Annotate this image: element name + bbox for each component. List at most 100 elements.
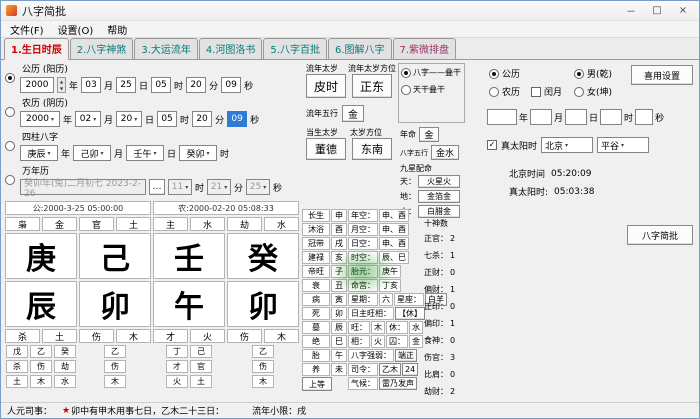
calendar-hour-select[interactable]: 11 bbox=[168, 179, 192, 195]
tab-dayun-liunian[interactable]: 3.大运流年 bbox=[134, 38, 198, 59]
solar-year-input[interactable]: 2000 bbox=[20, 77, 54, 93]
unit-year: 年 bbox=[519, 111, 528, 124]
unit-month: 月 bbox=[104, 79, 113, 92]
day-stem-element: 水 bbox=[190, 217, 225, 231]
right-lunar-radio[interactable] bbox=[489, 87, 499, 97]
solar-hour-input[interactable]: 05 bbox=[151, 77, 171, 93]
shishen-label: 正财： bbox=[424, 267, 448, 278]
lunar-input-radio[interactable] bbox=[5, 107, 15, 117]
right-month-input[interactable] bbox=[530, 109, 552, 125]
window-title: 八字简批 bbox=[22, 3, 66, 19]
hidden-god: 才 bbox=[166, 360, 188, 373]
year-stem: 庚 bbox=[5, 233, 77, 279]
jiuxing-row-label: 天： bbox=[400, 176, 416, 187]
tab-tujie-bazi[interactable]: 6.图解八字 bbox=[328, 38, 392, 59]
city-select[interactable]: 平谷 bbox=[597, 137, 649, 153]
unit-day: 日 bbox=[139, 79, 148, 92]
lunar-month-select[interactable]: 02 bbox=[75, 111, 101, 127]
tab-ziwei-paipan[interactable]: 7.紫微排盘 bbox=[393, 38, 457, 59]
pillar-input-radio[interactable] bbox=[5, 141, 15, 151]
grade-button[interactable]: 上等 bbox=[302, 377, 332, 391]
calendar-minute-select[interactable]: 21 bbox=[207, 179, 231, 195]
lunar-year-select[interactable]: 2000 bbox=[20, 111, 60, 127]
solar-day-input[interactable]: 25 bbox=[116, 77, 136, 93]
menu-settings[interactable]: 设置(O) bbox=[51, 21, 101, 38]
year-spinner[interactable]: ▲▼ bbox=[57, 77, 66, 93]
nianming-label: 年命 bbox=[400, 129, 416, 140]
solar-second-input[interactable]: 09 bbox=[221, 77, 241, 93]
changsheng-column: 长生申 沐浴酉 冠带戌 建禄亥 帝旺子 衰丑 病寅 死卯 墓辰 绝巳 胎午 养未… bbox=[302, 209, 347, 392]
maximize-button[interactable]: □ bbox=[644, 1, 670, 20]
changsheng-label: 沐浴 bbox=[302, 223, 330, 236]
calendar-second-select[interactable]: 25 bbox=[246, 179, 270, 195]
dangsheng-taisui-button[interactable]: 董德 bbox=[306, 138, 346, 160]
minggong-label: 命宫： bbox=[348, 279, 378, 292]
pillar-month-select[interactable]: 己卯 bbox=[73, 145, 111, 161]
qihou-value[interactable]: 雷乃发声 bbox=[379, 377, 417, 390]
tab-shensha[interactable]: 2.八字神煞 bbox=[70, 38, 134, 59]
nianming-button[interactable]: 金 bbox=[419, 127, 439, 142]
month-branch-god: 伤 bbox=[79, 329, 114, 343]
right-second-input[interactable] bbox=[635, 109, 653, 125]
year-branch: 辰 bbox=[5, 281, 77, 327]
jiuxing-row-value[interactable]: 金箔金 bbox=[418, 190, 460, 203]
close-button[interactable]: × bbox=[670, 1, 696, 20]
unit-second: 秒 bbox=[655, 111, 664, 124]
bazi-jianpi-button[interactable]: 八字简批 bbox=[627, 225, 693, 245]
xiyong-settings-button[interactable]: 喜用设置 bbox=[631, 65, 693, 85]
changsheng-value: 辰 bbox=[331, 321, 347, 334]
jiuxing-row-value[interactable]: 火星火 bbox=[418, 175, 460, 188]
rizhu-wangxiang-value[interactable]: 【休】 bbox=[395, 307, 425, 320]
lunar-minute-input[interactable]: 20 bbox=[192, 111, 212, 127]
right-hour-input[interactable] bbox=[600, 109, 622, 125]
province-select[interactable]: 北京 bbox=[541, 137, 593, 153]
right-day-input[interactable] bbox=[565, 109, 587, 125]
siling-number[interactable]: 24 bbox=[402, 363, 418, 376]
siling-value[interactable]: 乙木 bbox=[379, 363, 401, 376]
bazi-diegan-radio[interactable] bbox=[401, 68, 411, 78]
lunar-second-input[interactable]: 09 bbox=[227, 111, 247, 127]
hidden-god: 劫 bbox=[54, 360, 76, 373]
menu-file[interactable]: 文件(F) bbox=[3, 21, 51, 38]
taiyuan-label: 胎元： bbox=[348, 265, 378, 278]
pillar-hour-select[interactable]: 癸卯 bbox=[179, 145, 217, 161]
lunar-day-select[interactable]: 20 bbox=[116, 111, 142, 127]
right-solar-radio[interactable] bbox=[489, 69, 499, 79]
kongwang-label: 年空： bbox=[348, 209, 378, 222]
calendar-input-radio[interactable] bbox=[5, 175, 15, 185]
right-year-input[interactable] bbox=[487, 109, 517, 125]
solar-minute-input[interactable]: 20 bbox=[186, 77, 206, 93]
dangsheng-dir-label: 太岁方位 bbox=[350, 127, 382, 138]
calendar-browse-button[interactable]: … bbox=[149, 179, 165, 195]
female-radio[interactable] bbox=[574, 87, 584, 97]
strength-value[interactable]: 端正 bbox=[395, 349, 417, 362]
pillar-year-select[interactable]: 庚辰 bbox=[20, 145, 58, 161]
dangsheng-dir-button[interactable]: 东南 bbox=[352, 138, 392, 160]
liunian-taisui-dir-label: 流年太岁方位 bbox=[348, 63, 396, 74]
male-radio[interactable] bbox=[574, 69, 584, 79]
liunian-wuxing-button[interactable]: 金 bbox=[342, 105, 364, 122]
tiangan-diegan-radio[interactable] bbox=[401, 85, 411, 95]
solar-input-radio[interactable] bbox=[5, 73, 15, 83]
tab-hetu-luoshu[interactable]: 4.河图洛书 bbox=[199, 38, 263, 59]
lunar-hour-input[interactable]: 05 bbox=[157, 111, 177, 127]
unit-minute: 分 bbox=[209, 79, 218, 92]
unit-minute: 分 bbox=[215, 113, 224, 126]
xiang-label: 相： bbox=[348, 335, 370, 348]
leap-month-checkbox[interactable] bbox=[531, 87, 541, 97]
tab-birth-time[interactable]: 1.生日时辰 bbox=[4, 38, 69, 60]
bazi-wuxing-label: 八字五行 bbox=[400, 148, 428, 158]
minimize-button[interactable]: － bbox=[618, 1, 644, 20]
calendar-date-field[interactable]: 癸卯年(兔)二月初七 2023-2-26 bbox=[20, 179, 146, 195]
liunian-taisui-button[interactable]: 皮时 bbox=[306, 74, 346, 98]
liunian-wuxing-label: 流年五行 bbox=[306, 108, 338, 119]
bazi-wuxing-button[interactable]: 金水 bbox=[431, 145, 459, 160]
solar-month-input[interactable]: 03 bbox=[81, 77, 101, 93]
pillar-day-select[interactable]: 壬午 bbox=[126, 145, 164, 161]
true-solar-checkbox[interactable]: ✓ bbox=[487, 140, 497, 150]
menu-help[interactable]: 帮助 bbox=[100, 21, 134, 38]
liunian-taisui-dir-button[interactable]: 正东 bbox=[352, 74, 392, 98]
hidden-element: 水 bbox=[54, 375, 76, 388]
hidden-element: 火 bbox=[166, 375, 188, 388]
tab-baipi[interactable]: 5.八字百批 bbox=[263, 38, 327, 59]
